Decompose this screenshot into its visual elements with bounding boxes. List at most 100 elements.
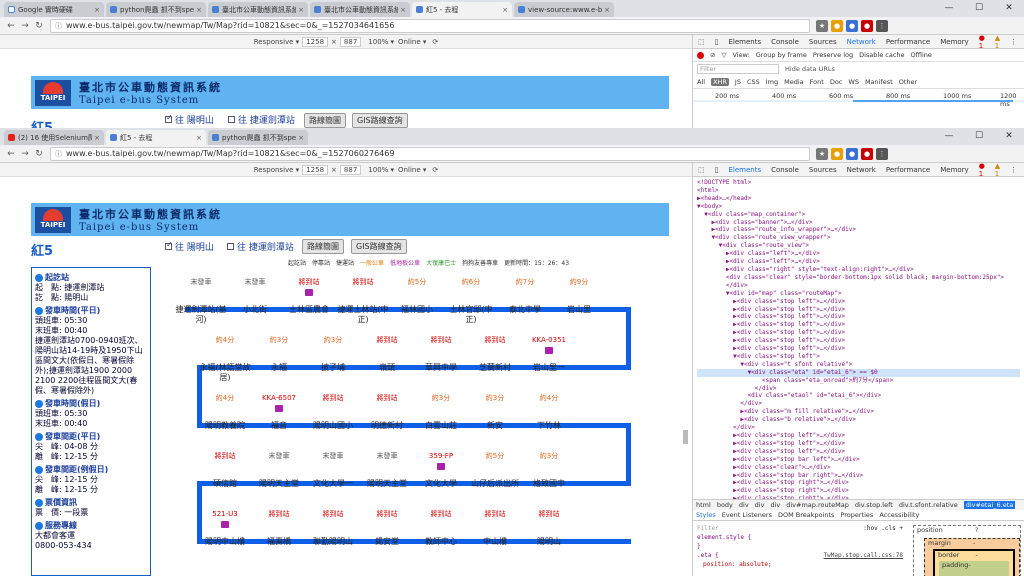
tab-close-icon[interactable]: ×	[298, 6, 304, 14]
filter-input[interactable]: Filter	[697, 63, 779, 74]
devtools-tab[interactable]: Performance	[886, 166, 930, 174]
group-by-frame[interactable]: Group by frame	[756, 51, 807, 59]
bus-stop[interactable]: 約3分 新安	[469, 393, 521, 431]
dom-node[interactable]: ▶<div class="left">…</div>	[697, 250, 1020, 258]
dom-node[interactable]: ▶<div class="banner">…</div>	[697, 219, 1020, 227]
resource-type-filter[interactable]: JS	[735, 78, 741, 86]
dom-node[interactable]: ▶<div class="stop left">…</div>	[697, 345, 1020, 353]
bus-stop[interactable]: 末發車 陽明天主堂	[361, 451, 413, 489]
dom-node[interactable]: ▶<div class="m fill relative">…</div>	[697, 408, 1020, 416]
bus-stop[interactable]: 將到站 華興中學	[415, 335, 467, 373]
bus-stop[interactable]: 將到站 嶺頭	[361, 335, 413, 373]
tab-close-icon[interactable]: ×	[94, 134, 100, 142]
device-toggle-icon[interactable]: ▯	[715, 38, 719, 46]
resource-type-filter[interactable]: Doc	[830, 78, 843, 86]
dom-node[interactable]: ▶<div class="stop left">…</div>	[697, 306, 1020, 314]
browser-tab[interactable]: Google 實時硬碟 ×	[4, 2, 104, 17]
devtools-tab[interactable]: Sources	[809, 38, 837, 46]
dom-node[interactable]: ▶<div class="stop left">…</div>	[697, 313, 1020, 321]
bus-stop[interactable]: 將到站 陽明山國小	[307, 393, 359, 431]
back-icon[interactable]: ←	[4, 149, 18, 159]
menu-icon[interactable]: ⋮	[876, 19, 888, 32]
url-input[interactable]: ⓘ www.e-bus.taipei.gov.tw/newmap/Tw/Map?r…	[50, 146, 810, 161]
dom-node[interactable]: ▶<div class="b relative">…</div>	[697, 416, 1020, 424]
styles-tab[interactable]: DOM Breakpoints	[778, 511, 835, 519]
device-width-input[interactable]: 1258	[302, 164, 329, 175]
dom-node[interactable]: ▶<div class="stop bar right">…</div>	[697, 472, 1020, 480]
resource-type-filter[interactable]: WS	[848, 78, 859, 86]
dom-node[interactable]: ▶<div class="stop left">…</div>	[697, 321, 1020, 329]
stylesheet-link[interactable]: TwMap.stop.call.css:78	[824, 551, 903, 560]
resource-type-filter[interactable]: Other	[899, 78, 917, 86]
bus-stop[interactable]: 將到站 士林區農會	[283, 277, 335, 315]
tab-close-icon[interactable]: ×	[196, 6, 202, 14]
resource-type-filter[interactable]: XHR	[711, 77, 729, 86]
bus-stop[interactable]: 將到站 碩信館	[199, 451, 251, 489]
network-select[interactable]: Online ▾	[398, 38, 426, 46]
bus-stop[interactable]: 將到站 明德新村	[361, 393, 413, 431]
extension-icon[interactable]: ●	[831, 147, 843, 160]
bus-stop[interactable]: 將到站 中山樓	[469, 509, 521, 547]
bus-stop[interactable]: KKA-6507 福音	[253, 393, 305, 431]
breadcrumb-item[interactable]: div#etai_6.eta	[963, 501, 1016, 509]
breadcrumb-item[interactable]: div#map.routeMap	[786, 501, 849, 509]
bus-stop[interactable]: 約4分 陽明教養院	[199, 393, 251, 431]
record-icon[interactable]	[697, 51, 704, 59]
checkbox-icon[interactable]	[227, 243, 234, 250]
dom-node[interactable]: ▼<div class="eta" id="etai_6"> == $0	[697, 368, 1020, 377]
minimize-button[interactable]: —	[934, 128, 964, 145]
resource-type-filter[interactable]: Img	[766, 78, 778, 86]
device-mode[interactable]: Responsive ▾	[254, 38, 299, 46]
breadcrumb-item[interactable]: body	[717, 501, 733, 509]
inspect-icon[interactable]: ⬚	[698, 166, 705, 174]
extension-icon[interactable]: ●	[861, 147, 873, 160]
dom-node[interactable]: ▶<div class="stop left">…</div>	[697, 440, 1020, 448]
preserve-log[interactable]: Preserve log	[813, 51, 853, 59]
resource-type-filter[interactable]: Manifest	[865, 78, 893, 86]
dom-node[interactable]: ▼<div class="t sfont relative">	[697, 361, 1020, 369]
dom-tree[interactable]: <!DOCTYPE html> <html> ▶<head>…</head> ▼<bo…	[693, 177, 1024, 499]
tab-close-icon[interactable]: ×	[94, 6, 100, 14]
styles-hov[interactable]: :hov .cls +	[863, 524, 903, 533]
dom-node[interactable]: ▶<div class="stop left">…</div>	[697, 298, 1020, 306]
inspect-icon[interactable]: ⬚	[698, 38, 705, 46]
bus-stop[interactable]: 約4分 下竹林	[523, 393, 575, 431]
bus-stop[interactable]: 將到站 芝蘭新村	[469, 335, 521, 373]
tab-close-icon[interactable]: ×	[196, 134, 202, 142]
dom-node[interactable]: <span class="eta_onroad">約7分</span>	[697, 377, 1020, 385]
browser-tab[interactable]: python爬蟲 抓不到spe ×	[208, 130, 308, 145]
devtools-tab[interactable]: Console	[771, 166, 799, 174]
tab-close-icon[interactable]: ×	[502, 6, 508, 14]
bus-stop[interactable]: 約5分 福林國小	[391, 277, 443, 315]
warning-count[interactable]: ▲ 1	[995, 163, 1000, 178]
disable-cache[interactable]: Disable cache	[859, 51, 904, 59]
dom-node[interactable]: <div class="clear" style="border-bottom:…	[697, 274, 1020, 282]
styles-tab[interactable]: Accessibility	[879, 511, 919, 519]
clear-icon[interactable]: ⊘	[710, 51, 715, 59]
devtools-tab[interactable]: Network	[847, 166, 876, 174]
bus-stop[interactable]: 約3分 永福	[253, 335, 305, 373]
device-toggle-icon[interactable]: ▯	[715, 166, 719, 174]
bus-stop[interactable]: 約4分 永福(林語堂故居)	[199, 335, 251, 383]
checkbox-icon[interactable]	[228, 116, 235, 123]
browser-tab[interactable]: 臺北市公車動態資訊系統 - 陽明山×	[310, 2, 410, 17]
dom-node[interactable]: ▼<div class="map_container">	[697, 211, 1020, 219]
resource-type-filter[interactable]: Font	[810, 78, 824, 86]
device-height-input[interactable]: 887	[339, 164, 362, 175]
tab-close-icon[interactable]: ×	[604, 6, 610, 14]
devtools-tab[interactable]: Performance	[886, 38, 930, 46]
dom-node[interactable]: ▶<div class="stop left">…</div>	[697, 432, 1020, 440]
bus-stop[interactable]: 將到站 福壽橋	[253, 509, 305, 547]
checkbox-icon[interactable]	[165, 240, 173, 250]
browser-tab[interactable]: python爬蟲 抓不到speed×	[106, 2, 206, 17]
breadcrumb-item[interactable]: div	[770, 501, 780, 509]
devtools-tab[interactable]: Elements	[728, 38, 761, 46]
star-icon[interactable]: ★	[816, 19, 828, 32]
device-height-input[interactable]: 887	[339, 36, 362, 47]
filter-icon[interactable]: ▽	[721, 51, 726, 59]
more-icon[interactable]: ⋮	[1010, 38, 1017, 46]
bus-stop[interactable]: 約3分 披子埔	[307, 335, 359, 373]
checkbox-icon[interactable]	[165, 113, 173, 123]
direction-inbound[interactable]: 往 捷運劍潭站	[227, 240, 294, 253]
breadcrumb-item[interactable]: html	[696, 501, 711, 509]
